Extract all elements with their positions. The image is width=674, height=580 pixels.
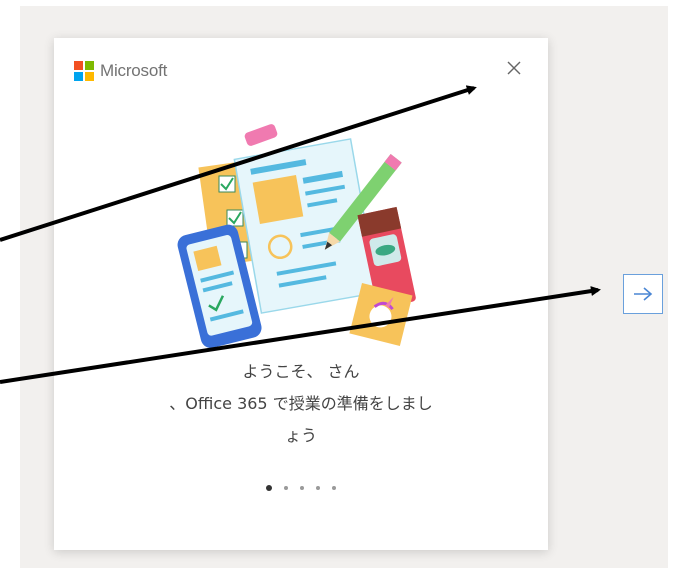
top-margin <box>0 0 674 6</box>
arrow-right-icon <box>634 287 653 301</box>
welcome-message-line-3: ょう <box>284 426 317 445</box>
pagination-dots <box>254 485 348 496</box>
right-margin <box>668 0 674 580</box>
close-icon <box>507 61 521 75</box>
pagination-dot-3[interactable] <box>300 486 304 490</box>
pagination-dot-5[interactable] <box>332 486 336 490</box>
bottom-margin <box>0 568 674 580</box>
microsoft-brand: Microsoft <box>74 60 167 82</box>
classroom-illustration <box>177 124 416 348</box>
pagination-dot-2[interactable] <box>284 486 288 490</box>
pagination-dot-4[interactable] <box>316 486 320 490</box>
next-button[interactable] <box>623 274 663 314</box>
microsoft-logo-icon <box>74 61 94 81</box>
pagination-dot-1[interactable] <box>266 485 272 491</box>
brand-name: Microsoft <box>100 61 168 80</box>
welcome-message-line-1: ようこそ、 さん <box>242 362 360 381</box>
welcome-message: ようこそ、 さん 、Office 365 で授業の準備をしまし ょう <box>94 356 508 452</box>
left-margin <box>0 0 20 580</box>
welcome-dialog: Microsoft ようこそ、 さん 、Office 365 で授業の準備をしま… <box>54 38 548 550</box>
close-button[interactable] <box>500 54 528 82</box>
welcome-message-line-2: 、Office 365 で授業の準備をしまし <box>169 394 433 413</box>
